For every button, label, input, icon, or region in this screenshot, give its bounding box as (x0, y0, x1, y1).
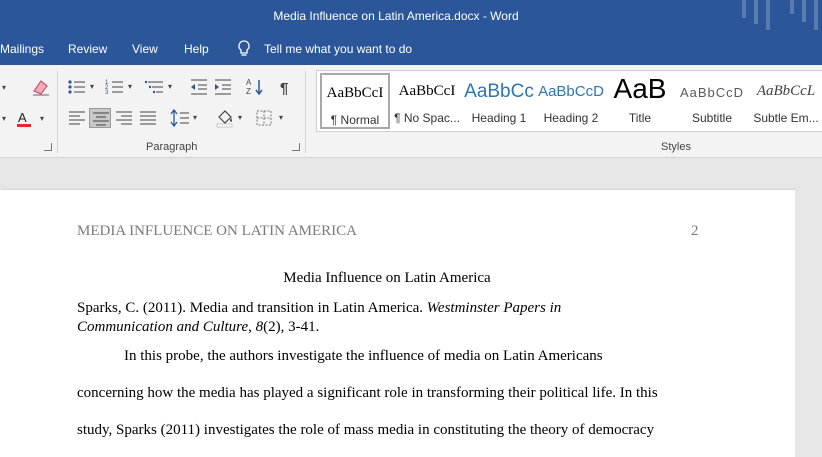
chevron-down-icon[interactable]: ▾ (128, 82, 132, 91)
body-paragraph-line: study, Sparks (2011) investigates the ro… (77, 422, 655, 438)
chevron-down-icon[interactable]: ▾ (90, 82, 94, 91)
ribbon-tabs: Mailings Review View Help Tell me what y… (0, 33, 822, 65)
citation-line-2: Communication and Culture, 8(2), 3-41. (77, 319, 319, 336)
style-preview: AaBbCcL (756, 83, 816, 99)
sort-icon[interactable]: AZ (244, 77, 266, 97)
tab-review[interactable]: Review (68, 42, 107, 56)
citation-journal: Communication and Culture (77, 319, 249, 335)
align-left-icon[interactable] (66, 108, 88, 128)
style-subtitle[interactable]: AaBbCcD Subtitle (675, 73, 749, 129)
chevron-down-icon[interactable]: ▾ (40, 114, 44, 123)
citation-issue-pages: (2), 3-41. (263, 319, 320, 335)
citation-sep: , (248, 319, 256, 335)
svg-text:¶: ¶ (280, 80, 288, 97)
citation-volume: 8 (255, 319, 264, 335)
show-hide-marks-icon[interactable]: ¶ (275, 77, 297, 97)
style-heading-2[interactable]: AaBbCcD Heading 2 (535, 73, 607, 129)
paragraph-group-label: Paragraph (146, 141, 198, 153)
title-decoration (742, 0, 746, 18)
style-no-spacing[interactable]: AaBbCcI ¶ No Spac... (391, 73, 463, 129)
citation-journal: Westminster Papers in (426, 300, 562, 316)
style-preview: AaBbCc (464, 81, 534, 102)
font-color-icon[interactable]: A (14, 109, 36, 129)
style-preview: AaB (613, 73, 667, 104)
document-page[interactable]: MEDIA INFLUENCE ON LATIN AMERICA 2 Media… (0, 190, 795, 457)
line-spacing-icon[interactable] (169, 108, 191, 128)
chevron-down-icon[interactable]: ▾ (2, 114, 6, 123)
chevron-down-icon[interactable]: ▾ (2, 83, 6, 92)
tab-view[interactable]: View (132, 42, 158, 56)
title-decoration (754, 0, 758, 24)
title-decoration (790, 0, 794, 14)
style-title[interactable]: AaB Title (607, 73, 673, 129)
style-name: Heading 1 (471, 111, 527, 125)
style-name: Subtitle (691, 111, 733, 125)
group-separator (305, 71, 306, 153)
citation-line-1: Sparks, C. (2011). Media and transition … (77, 300, 561, 317)
clear-formatting-icon[interactable] (30, 77, 52, 97)
increase-indent-icon[interactable] (212, 77, 234, 97)
citation-text: Sparks, C. (2011). Media and transition … (77, 300, 427, 316)
body-paragraph-line: concerning how the media has played a si… (77, 385, 658, 401)
lightbulb-icon[interactable] (237, 40, 251, 58)
align-center-icon[interactable] (89, 108, 111, 128)
chevron-down-icon[interactable]: ▾ (279, 113, 283, 122)
svg-text:A: A (246, 78, 252, 87)
style-preview: AaBbCcD (679, 85, 745, 100)
paragraph-dialog-launcher[interactable] (292, 143, 300, 151)
style-subtle-emphasis[interactable]: AaBbCcL Subtle Em... (749, 73, 822, 129)
chevron-down-icon[interactable]: ▾ (193, 113, 197, 122)
page-number: 2 (691, 223, 699, 239)
styles-group-label: Styles (661, 141, 691, 153)
style-preview: AaBbCcI (326, 85, 384, 101)
align-right-icon[interactable] (113, 108, 135, 128)
justify-icon[interactable] (137, 108, 159, 128)
group-separator (57, 71, 58, 153)
style-heading-1[interactable]: AaBbCc Heading 1 (463, 73, 535, 129)
vertical-scrollbar[interactable] (795, 190, 822, 457)
font-dialog-launcher[interactable] (44, 143, 52, 151)
style-normal[interactable]: AaBbCcI ¶ Normal (320, 73, 390, 129)
bullets-icon[interactable] (66, 77, 88, 97)
tab-help[interactable]: Help (184, 42, 209, 56)
tell-me-search[interactable]: Tell me what you want to do (264, 42, 412, 56)
style-name: ¶ No Spac... (394, 111, 460, 125)
title-decoration (814, 0, 818, 30)
window-title: Media Influence on Latin America.docx - … (273, 9, 519, 23)
svg-text:Z: Z (246, 87, 251, 96)
shading-icon[interactable] (214, 108, 236, 128)
chevron-down-icon[interactable]: ▾ (238, 113, 242, 122)
title-decoration (802, 0, 806, 22)
tab-mailings[interactable]: Mailings (0, 42, 44, 56)
style-name: Heading 2 (543, 111, 599, 125)
multilevel-list-icon[interactable] (144, 77, 166, 97)
decrease-indent-icon[interactable] (188, 77, 210, 97)
style-preview: AaBbCcI (398, 83, 456, 99)
document-title: Media Influence on Latin America (283, 270, 491, 286)
title-decoration (766, 0, 770, 30)
style-preview: AaBbCcD (538, 83, 604, 100)
styles-gallery: AaBbCcI ¶ Normal AaBbCcI ¶ No Spac... Aa… (316, 70, 822, 132)
style-name: Title (628, 111, 652, 125)
numbering-icon[interactable]: 123 (104, 77, 126, 97)
chevron-down-icon[interactable]: ▾ (168, 82, 172, 91)
style-name: Subtle Em... (753, 111, 819, 125)
style-name: ¶ Normal (330, 113, 380, 127)
svg-text:A: A (18, 110, 27, 125)
svg-text:3: 3 (105, 90, 109, 96)
title-bar: Media Influence on Latin America.docx - … (0, 0, 822, 33)
body-paragraph-line: In this probe, the authors investigate t… (124, 348, 603, 364)
borders-icon[interactable] (254, 108, 276, 128)
running-header: MEDIA INFLUENCE ON LATIN AMERICA (77, 223, 357, 239)
